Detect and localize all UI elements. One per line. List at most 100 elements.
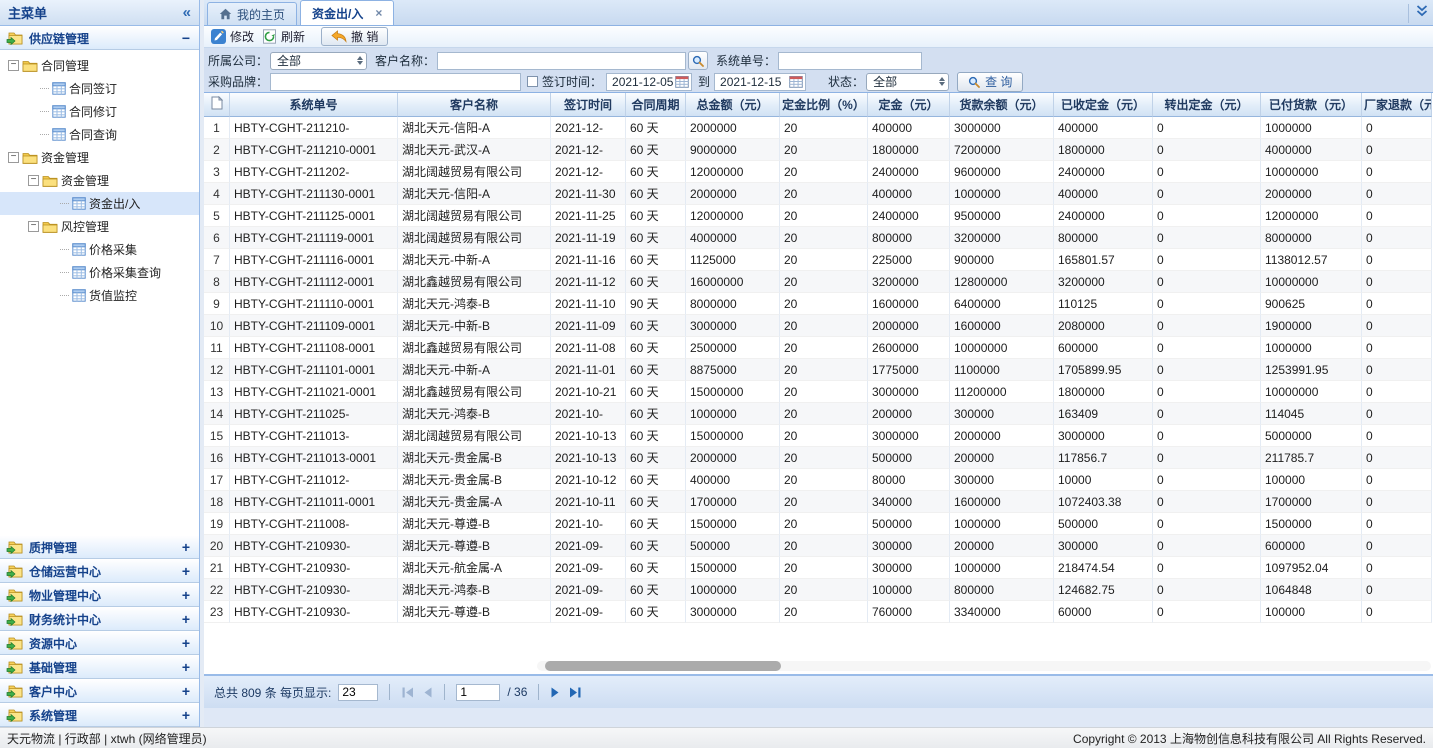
table-row[interactable]: 19HBTY-CGHT-211008-湖北天元-尊遵-B2021-10-60 天… — [204, 513, 1432, 535]
calendar-icon[interactable] — [675, 75, 689, 88]
column-header[interactable]: 签订时间 — [551, 93, 626, 117]
tree-collapse-icon[interactable]: − — [8, 60, 19, 71]
table-row[interactable]: 17HBTY-CGHT-211012-湖北天元-贵金属-B2021-10-126… — [204, 469, 1432, 491]
sidebar-item-value-monitor[interactable]: 货值监控 — [0, 284, 199, 307]
table-row[interactable]: 1HBTY-CGHT-211210-湖北天元-信阳-A2021-12-60 天2… — [204, 117, 1432, 139]
table-row[interactable]: 23HBTY-CGHT-210930-湖北天元-尊遵-B2021-09-60 天… — [204, 601, 1432, 623]
table-row[interactable]: 2HBTY-CGHT-211210-0001湖北天元-武汉-A2021-12-6… — [204, 139, 1432, 161]
column-header[interactable]: 货款余额（元） — [950, 93, 1054, 117]
undo-button[interactable]: 撤 销 — [321, 27, 388, 46]
tab-fund-in-out[interactable]: 资金出/入 × — [300, 0, 394, 25]
collapse-section-icon[interactable]: − — [182, 30, 190, 46]
table-row[interactable]: 4HBTY-CGHT-211130-0001湖北天元-信阳-A2021-11-3… — [204, 183, 1432, 205]
collapse-panel-button[interactable] — [1408, 4, 1429, 23]
table-row[interactable]: 14HBTY-CGHT-211025-湖北天元-鸿泰-B2021-10-60 天… — [204, 403, 1432, 425]
next-page-button[interactable] — [550, 687, 561, 698]
table-row[interactable]: 22HBTY-CGHT-210930-湖北天元-鸿泰-B2021-09-60 天… — [204, 579, 1432, 601]
calendar-icon[interactable] — [789, 75, 803, 88]
table-row[interactable]: 11HBTY-CGHT-211108-0001湖北鑫越贸易有限公司2021-11… — [204, 337, 1432, 359]
sidebar-item-contract-mgmt[interactable]: −合同管理 — [0, 54, 199, 77]
column-header[interactable]: 厂家退款（元） — [1362, 93, 1432, 117]
tab-home[interactable]: 我的主页 — [207, 2, 297, 25]
company-select[interactable]: 全部 — [270, 52, 367, 70]
expand-section-icon[interactable]: + — [182, 611, 190, 627]
close-tab-icon[interactable]: × — [375, 6, 382, 20]
sidebar-item-fund-mgmt[interactable]: −资金管理 — [0, 146, 199, 169]
row-selector-header[interactable] — [204, 93, 230, 117]
sidebar-item-contract-sign[interactable]: 合同签订 — [0, 77, 199, 100]
sidebar-section-supply-chain[interactable]: 供应链管理 − — [0, 26, 199, 50]
sidebar-section-pledge-mgmt[interactable]: 质押管理+ — [0, 535, 199, 559]
table-row[interactable]: 3HBTY-CGHT-211202-湖北阔越贸易有限公司2021-12-60 天… — [204, 161, 1432, 183]
table-cell: 2021-11-10 — [551, 293, 626, 315]
sign-time-checkbox[interactable] — [527, 76, 538, 87]
brand-input[interactable] — [270, 73, 521, 91]
refresh-button[interactable]: 刷新 — [262, 28, 305, 45]
sidebar-item-risk-mgmt[interactable]: −风控管理 — [0, 215, 199, 238]
page-size-input[interactable] — [338, 684, 378, 701]
table-cell: 湖北天元-贵金属-B — [398, 469, 551, 491]
sidebar-item-contract-query[interactable]: 合同查询 — [0, 123, 199, 146]
expand-section-icon[interactable]: + — [182, 563, 190, 579]
date-to-field[interactable]: 2021-12-15 — [714, 73, 806, 91]
sidebar-section-finance-center[interactable]: 财务统计中心+ — [0, 607, 199, 631]
expand-section-icon[interactable]: + — [182, 707, 190, 723]
sidebar-item-fund-in-out[interactable]: 资金出/入 — [0, 192, 199, 215]
sidebar-item-contract-revise[interactable]: 合同修订 — [0, 100, 199, 123]
expand-section-icon[interactable]: + — [182, 635, 190, 651]
tree-collapse-icon[interactable]: − — [8, 152, 19, 163]
scrollbar-thumb[interactable] — [545, 661, 781, 671]
table-row[interactable]: 21HBTY-CGHT-210930-湖北天元-航金属-A2021-09-60 … — [204, 557, 1432, 579]
table-row[interactable]: 18HBTY-CGHT-211011-0001湖北天元-贵金属-A2021-10… — [204, 491, 1432, 513]
sidebar-section-resource-center[interactable]: 资源中心+ — [0, 631, 199, 655]
column-header[interactable]: 客户名称 — [398, 93, 551, 117]
customer-search-button[interactable] — [688, 51, 708, 70]
sidebar-item-price-collect[interactable]: 价格采集 — [0, 238, 199, 261]
tree-collapse-icon[interactable]: − — [28, 221, 39, 232]
customer-input[interactable] — [437, 52, 686, 70]
table-row[interactable]: 12HBTY-CGHT-211101-0001湖北天元-中新-A2021-11-… — [204, 359, 1432, 381]
table-row[interactable]: 6HBTY-CGHT-211119-0001湖北阔越贸易有限公司2021-11-… — [204, 227, 1432, 249]
table-row[interactable]: 5HBTY-CGHT-211125-0001湖北阔越贸易有限公司2021-11-… — [204, 205, 1432, 227]
sidebar-item-price-collect-query[interactable]: 价格采集查询 — [0, 261, 199, 284]
sidebar-section-warehouse-center[interactable]: 仓储运营中心+ — [0, 559, 199, 583]
last-page-button[interactable] — [568, 687, 582, 698]
table-row[interactable]: 16HBTY-CGHT-211013-0001湖北天元-贵金属-B2021-10… — [204, 447, 1432, 469]
column-header[interactable]: 定金比例（%） — [780, 93, 868, 117]
table-row[interactable]: 20HBTY-CGHT-210930-湖北天元-尊遵-B2021-09-60 天… — [204, 535, 1432, 557]
table-row[interactable]: 15HBTY-CGHT-211013-湖北阔越贸易有限公司2021-10-136… — [204, 425, 1432, 447]
expand-section-icon[interactable]: + — [182, 659, 190, 675]
modify-button[interactable]: 修改 — [211, 28, 254, 45]
table-row[interactable]: 7HBTY-CGHT-211116-0001湖北天元-中新-A2021-11-1… — [204, 249, 1432, 271]
query-button[interactable]: 查 询 — [957, 72, 1023, 92]
section-label: 供应链管理 — [29, 30, 89, 47]
column-header[interactable]: 合同周期 — [626, 93, 686, 117]
date-from-field[interactable]: 2021-12-05 — [606, 73, 692, 91]
sidebar-section-basic-mgmt[interactable]: 基础管理+ — [0, 655, 199, 679]
sidebar-section-system-mgmt[interactable]: 系统管理+ — [0, 703, 199, 727]
column-header[interactable]: 转出定金（元） — [1153, 93, 1261, 117]
sidebar-item-fund-mgmt-sub[interactable]: −资金管理 — [0, 169, 199, 192]
column-header[interactable]: 已付货款（元） — [1261, 93, 1362, 117]
table-row[interactable]: 9HBTY-CGHT-211110-0001湖北天元-鸿泰-B2021-11-1… — [204, 293, 1432, 315]
table-row[interactable]: 10HBTY-CGHT-211109-0001湖北天元-中新-B2021-11-… — [204, 315, 1432, 337]
current-page-input[interactable] — [456, 684, 500, 701]
table-row[interactable]: 8HBTY-CGHT-211112-0001湖北鑫越贸易有限公司2021-11-… — [204, 271, 1432, 293]
first-page-button[interactable] — [401, 687, 415, 698]
column-header[interactable]: 系统单号 — [230, 93, 398, 117]
expand-section-icon[interactable]: + — [182, 587, 190, 603]
tree-collapse-icon[interactable]: − — [28, 175, 39, 186]
column-header[interactable]: 定金（元） — [868, 93, 950, 117]
table-cell: 0 — [1153, 117, 1261, 139]
sidebar-section-customer-center[interactable]: 客户中心+ — [0, 679, 199, 703]
expand-section-icon[interactable]: + — [182, 539, 190, 555]
expand-section-icon[interactable]: + — [182, 683, 190, 699]
status-select[interactable]: 全部 — [866, 73, 949, 91]
prev-page-button[interactable] — [422, 687, 433, 698]
table-row[interactable]: 13HBTY-CGHT-211021-0001湖北鑫越贸易有限公司2021-10… — [204, 381, 1432, 403]
collapse-sidebar-icon[interactable]: « — [183, 4, 191, 21]
column-header[interactable]: 已收定金（元） — [1054, 93, 1153, 117]
order-no-input[interactable] — [778, 52, 922, 70]
sidebar-section-property-center[interactable]: 物业管理中心+ — [0, 583, 199, 607]
column-header[interactable]: 总金额（元） — [686, 93, 780, 117]
